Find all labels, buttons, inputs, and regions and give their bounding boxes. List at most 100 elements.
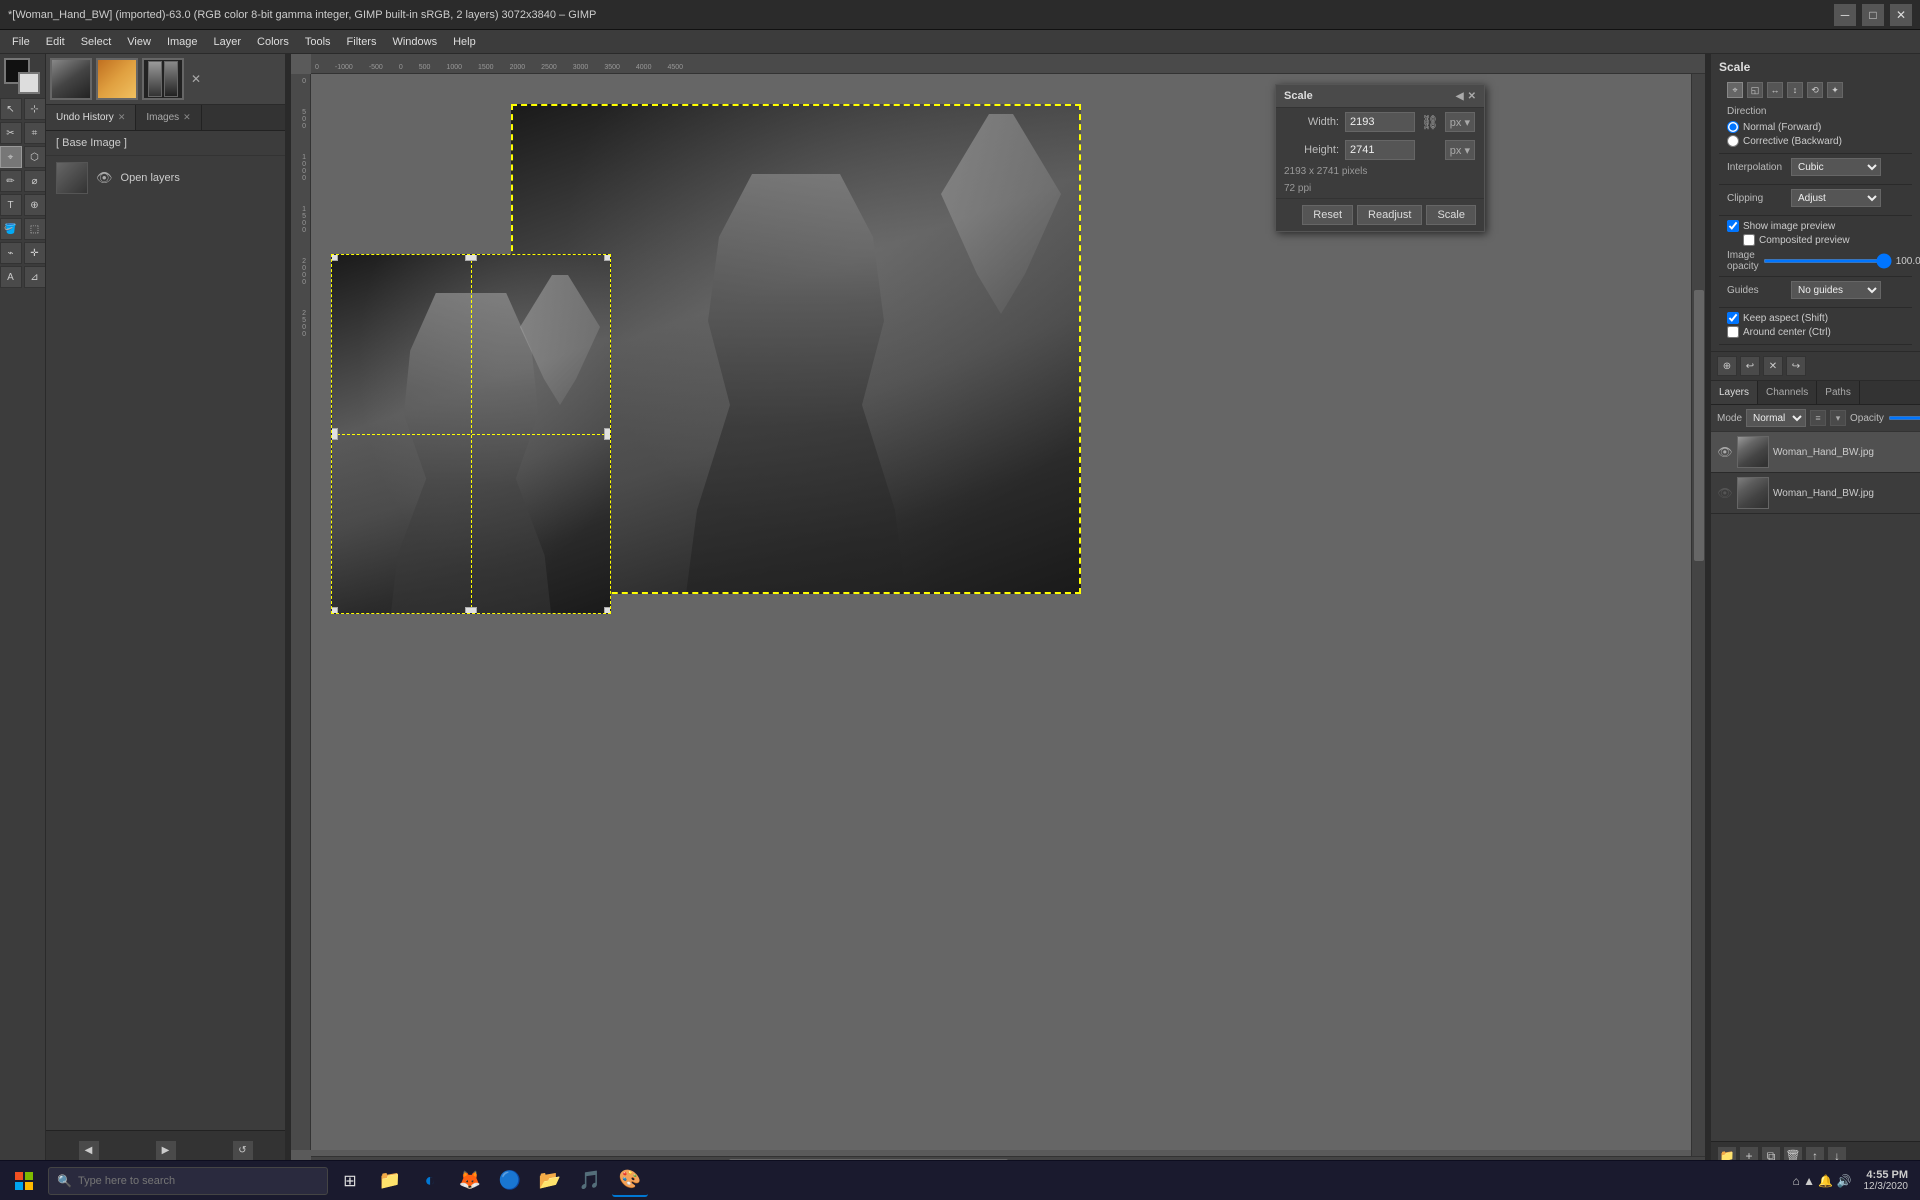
tool-zoom[interactable]: ⌁ — [0, 242, 22, 264]
menu-help[interactable]: Help — [445, 34, 484, 50]
show-image-preview-checkbox[interactable] — [1727, 220, 1739, 232]
menu-colors[interactable]: Colors — [249, 34, 297, 50]
scale-handle-top-middle[interactable] — [465, 254, 477, 261]
panel-btn-fwd[interactable]: ▶ — [155, 1140, 177, 1162]
background-swatch[interactable] — [18, 72, 40, 94]
menu-select[interactable]: Select — [73, 34, 120, 50]
layer-eye-icon[interactable]: 👁 — [96, 170, 113, 186]
composited-preview-checkbox[interactable] — [1743, 234, 1755, 246]
transform-icon-1[interactable]: ⌖ — [1727, 82, 1743, 98]
clipping-select[interactable]: Adjust Clip — [1791, 189, 1881, 207]
menu-file[interactable]: File — [4, 34, 38, 50]
tool-select[interactable]: ↖ — [0, 98, 22, 120]
transform-icon-2[interactable]: ◱ — [1747, 82, 1763, 98]
scale-handle-middle-right[interactable] — [604, 428, 611, 440]
maximize-button[interactable]: □ — [1862, 4, 1884, 26]
menu-image[interactable]: Image — [159, 34, 206, 50]
canvas-area[interactable]: 0 -1000 -500 0 500 1000 1500 2000 2500 3… — [291, 54, 1705, 1170]
layers-tab[interactable]: Layers — [1711, 381, 1758, 404]
scale-handle-top-left[interactable] — [331, 254, 338, 261]
chain-link-icon[interactable]: ⛓ — [1421, 114, 1439, 131]
tool-path[interactable]: ⬡ — [24, 146, 46, 168]
panel-btn-refresh[interactable]: ↺ — [232, 1140, 254, 1162]
mode-legacy-btn[interactable]: ≡ — [1810, 410, 1826, 426]
taskbar-gimp[interactable]: 🎨 — [612, 1165, 648, 1197]
active-image-thumb[interactable] — [50, 58, 92, 100]
scale-button[interactable]: Scale — [1426, 205, 1476, 225]
tb-btn-2[interactable]: ↩ — [1740, 356, 1760, 376]
taskview-button[interactable]: ⊞ — [332, 1165, 368, 1197]
tb-btn-1[interactable]: ⊕ — [1717, 356, 1737, 376]
history-base-image[interactable]: [ Base Image ] — [46, 131, 285, 156]
tool-scissors[interactable]: ✂ — [0, 122, 22, 144]
height-input[interactable] — [1345, 140, 1415, 160]
menu-view[interactable]: View — [119, 34, 159, 50]
layer-opacity-slider[interactable] — [1888, 416, 1920, 420]
tool-rect-select[interactable]: ⌗ — [24, 122, 46, 144]
mode-select[interactable]: Normal Multiply Screen — [1746, 409, 1806, 427]
width-unit-select[interactable]: px ▾ — [1445, 112, 1475, 132]
vertical-scrollbar[interactable] — [1691, 74, 1705, 1156]
scale-handle-bottom-right[interactable] — [604, 607, 611, 614]
close-tab-x[interactable]: ✕ — [188, 71, 204, 87]
taskbar-media[interactable]: 🎵 — [572, 1165, 608, 1197]
color-swatches[interactable] — [4, 58, 42, 96]
tool-pencil[interactable]: ✏ — [0, 170, 22, 192]
corrective-backward-radio[interactable] — [1727, 135, 1739, 147]
dialog-close-icon[interactable]: ✕ — [1468, 91, 1476, 102]
transform-icon-4[interactable]: ↕ — [1787, 82, 1803, 98]
scale-handle-top-right[interactable] — [604, 254, 611, 261]
dialog-shrink-icon[interactable]: ◀ — [1456, 91, 1464, 102]
foreground-photo[interactable] — [331, 254, 611, 614]
taskbar-explorer[interactable]: 📁 — [372, 1165, 408, 1197]
tool-scale[interactable]: ⌖ — [0, 146, 22, 168]
taskbar-files[interactable]: 📂 — [532, 1165, 568, 1197]
color-swatch-thumb[interactable] — [96, 58, 138, 100]
opacity-slider[interactable] — [1763, 259, 1892, 263]
close-button[interactable]: ✕ — [1890, 4, 1912, 26]
tool-move[interactable]: ✛ — [24, 242, 46, 264]
tool-b[interactable]: ⊿ — [24, 266, 46, 288]
menu-tools[interactable]: Tools — [297, 34, 339, 50]
tab-undo-close[interactable]: ✕ — [118, 112, 126, 123]
layer-item-0[interactable]: 👁 Woman_Hand_BW.jpg — [1711, 432, 1920, 473]
panel-btn-back[interactable]: ◀ — [78, 1140, 100, 1162]
tab-images-close[interactable]: ✕ — [183, 112, 191, 123]
scale-handle-middle-left[interactable] — [331, 428, 338, 440]
scale-handle-bottom-middle[interactable] — [465, 607, 477, 614]
menu-windows[interactable]: Windows — [384, 34, 445, 50]
layer-thumb-header[interactable] — [142, 58, 184, 100]
transform-icon-3[interactable]: ↔ — [1767, 82, 1783, 98]
mode-menu-btn[interactable]: ▾ — [1830, 410, 1846, 426]
tool-fuzzy-select[interactable]: ⊹ — [24, 98, 46, 120]
around-center-checkbox[interactable] — [1727, 326, 1739, 338]
normal-forward-radio[interactable] — [1727, 121, 1739, 133]
scale-handle-bottom-left[interactable] — [331, 607, 338, 614]
channels-tab[interactable]: Channels — [1758, 381, 1817, 404]
layer-1-visibility[interactable]: 👁 — [1717, 485, 1733, 501]
tool-heal[interactable]: ⊕ — [24, 194, 46, 216]
clock-display[interactable]: 4:55 PM 12/3/2020 — [1864, 1169, 1917, 1192]
menu-edit[interactable]: Edit — [38, 34, 73, 50]
tool-a[interactable]: A — [0, 266, 22, 288]
layer-item-1[interactable]: 👁 Woman_Hand_BW.jpg — [1711, 473, 1920, 514]
taskbar-chrome[interactable]: 🔵 — [492, 1165, 528, 1197]
tray-icons[interactable]: ⌂ ▲ 🔔 🔊 — [1792, 1174, 1851, 1188]
keep-aspect-checkbox[interactable] — [1727, 312, 1739, 324]
menu-layer[interactable]: Layer — [206, 34, 250, 50]
tb-btn-4[interactable]: ↪ — [1786, 356, 1806, 376]
taskbar-firefox[interactable]: 🦊 — [452, 1165, 488, 1197]
tool-text[interactable]: T — [0, 194, 22, 216]
paths-tab[interactable]: Paths — [1817, 381, 1860, 404]
guides-select[interactable]: No guides Center lines Rule of thirds — [1791, 281, 1881, 299]
search-bar[interactable]: 🔍 — [48, 1167, 328, 1195]
interpolation-select[interactable]: Cubic Linear None NoHalo — [1791, 158, 1881, 176]
tb-btn-3[interactable]: ✕ — [1763, 356, 1783, 376]
layer-0-visibility[interactable]: 👁 — [1717, 444, 1733, 460]
height-unit-select[interactable]: px ▾ — [1445, 140, 1475, 160]
v-scroll-thumb[interactable] — [1694, 290, 1704, 561]
tab-images[interactable]: Images ✕ — [136, 105, 201, 130]
transform-icon-5[interactable]: ⟲ — [1807, 82, 1823, 98]
minimize-button[interactable]: ─ — [1834, 4, 1856, 26]
taskbar-edge[interactable]: ◐ — [412, 1165, 448, 1197]
